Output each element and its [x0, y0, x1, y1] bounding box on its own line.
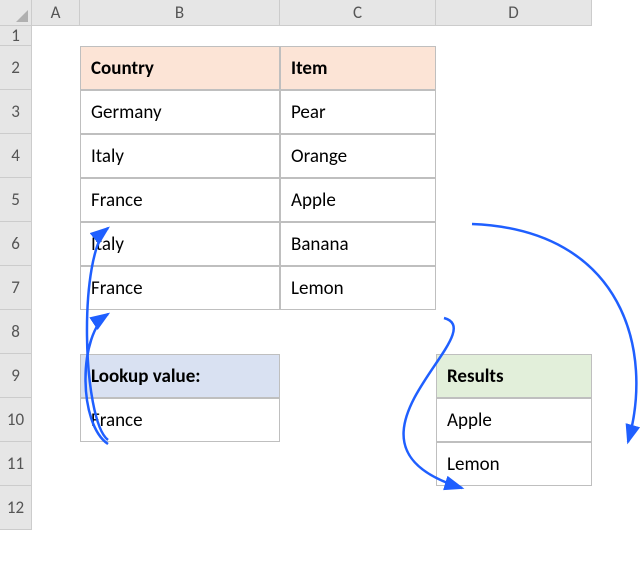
cell-B3[interactable]: Germany [80, 90, 280, 134]
cell-D10-result-1[interactable]: Apple [436, 398, 592, 442]
row-header-3[interactable]: 3 [0, 90, 32, 134]
row-header-6[interactable]: 6 [0, 222, 32, 266]
cell-B9-lookup-label[interactable]: Lookup value: [80, 354, 280, 398]
cell-C5[interactable]: Apple [280, 178, 436, 222]
cell-B6[interactable]: Italy [80, 222, 280, 266]
row-header-1[interactable]: 1 [0, 26, 32, 46]
cell-C2-header-item[interactable]: Item [280, 46, 436, 90]
cell-B2-header-country[interactable]: Country [80, 46, 280, 90]
row-header-4[interactable]: 4 [0, 134, 32, 178]
row-header-5[interactable]: 5 [0, 178, 32, 222]
row-header-9[interactable]: 9 [0, 354, 32, 398]
cell-C3[interactable]: Pear [280, 90, 436, 134]
row-header-12[interactable]: 12 [0, 486, 32, 530]
row-header-10[interactable]: 10 [0, 398, 32, 442]
col-header-C[interactable]: C [280, 0, 436, 26]
col-header-A[interactable]: A [32, 0, 80, 26]
cell-B4[interactable]: Italy [80, 134, 280, 178]
cell-D9-results-label[interactable]: Results [436, 354, 592, 398]
col-header-B[interactable]: B [80, 0, 280, 26]
col-header-D[interactable]: D [436, 0, 592, 26]
cell-B7[interactable]: France [80, 266, 280, 310]
grid-area[interactable]: Country Item Germany Pear Italy Orange F… [32, 26, 641, 553]
row-header-8[interactable]: 8 [0, 310, 32, 354]
cell-C7[interactable]: Lemon [280, 266, 436, 310]
select-all-corner[interactable] [0, 0, 32, 26]
row-header-2[interactable]: 2 [0, 46, 32, 90]
row-header-7[interactable]: 7 [0, 266, 32, 310]
cell-C6[interactable]: Banana [280, 222, 436, 266]
cell-B5[interactable]: France [80, 178, 280, 222]
spreadsheet: A B C D 1 2 3 4 5 6 7 8 9 10 11 12 Count… [0, 0, 641, 553]
row-header-11[interactable]: 11 [0, 442, 32, 486]
cell-D11-result-2[interactable]: Lemon [436, 442, 592, 486]
cell-B10-lookup-value[interactable]: France [80, 398, 280, 442]
cell-C4[interactable]: Orange [280, 134, 436, 178]
